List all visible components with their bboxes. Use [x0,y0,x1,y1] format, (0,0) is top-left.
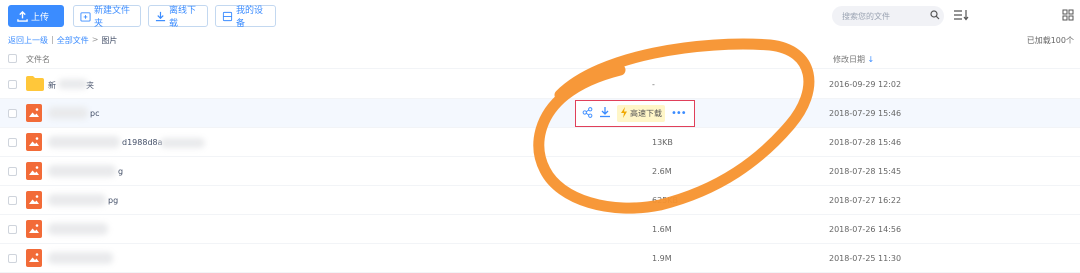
new-folder-button[interactable]: 新建文件夹 [73,5,141,29]
offline-download-label: 离线下载 [169,6,197,29]
file-date: 2018-07-25 11:30 [829,254,902,263]
redacted-text [48,252,113,264]
upload-label: 上传 [31,12,50,23]
row-checkbox[interactable] [8,225,17,234]
breadcrumb-current: 图片 [101,36,118,45]
redacted-text [48,194,106,206]
download-icon [155,11,166,22]
image-file-icon [26,220,42,241]
row-checkbox[interactable] [8,138,17,147]
select-all-checkbox[interactable] [8,54,17,63]
upload-icon [17,10,28,22]
upload-button[interactable]: 上传 [8,5,64,27]
column-filename[interactable]: 文件名 [26,54,50,65]
search-icon[interactable] [930,9,940,23]
table-row[interactable]: g 2.6M 2018-07-28 15:45 [0,157,1080,186]
file-size: 2.6M [652,167,672,176]
breadcrumb: 返回上一级 | 全部文件 > 图片 [8,35,117,46]
redacted-text [48,165,116,177]
sort-desc-icon: ↓ [867,55,875,64]
download-icon[interactable] [599,106,611,121]
redacted-text [48,223,108,235]
file-size: - [652,80,655,89]
image-file-icon [26,191,42,212]
file-size: 1.6M [652,225,672,234]
file-list-header: 文件名 修改日期 ↓ [0,49,1080,69]
table-row[interactable]: 1.9M 2018-07-25 11:30 [0,244,1080,273]
redacted-text [160,138,205,148]
row-checkbox[interactable] [8,254,17,263]
file-date: 2018-07-26 14:56 [829,225,902,234]
loaded-count: 已加载100个 [1026,36,1074,45]
share-icon[interactable] [582,106,593,121]
my-devices-label: 我的设备 [236,6,264,29]
file-date: 2016-09-29 12:02 [829,80,902,89]
file-name[interactable]: d1988d8a [122,138,163,147]
file-date: 2018-07-28 15:45 [829,167,902,176]
toolbar: 上传 新建文件夹 离线下载 我的设备 [0,0,1080,32]
redacted-text [48,136,120,148]
file-name-head: 新 [48,81,56,90]
search-input[interactable] [840,10,930,22]
row-checkbox[interactable] [8,196,17,205]
file-date: 2018-07-28 15:46 [829,138,902,147]
row-checkbox[interactable] [8,167,17,176]
offline-download-button[interactable]: 离线下载 [148,5,208,29]
table-row[interactable]: pc 2018-07-29 15:46 [0,99,1080,128]
more-options-icon[interactable]: ••• [671,108,687,119]
file-date: 2018-07-29 15:46 [829,109,902,118]
breadcrumb-arrow: > [91,35,99,44]
sort-icon[interactable] [953,9,969,24]
breadcrumb-back-link[interactable]: 返回上一级 [8,35,48,46]
table-row[interactable]: 1.6M 2018-07-26 14:56 [0,215,1080,244]
image-file-icon [26,162,42,183]
breadcrumb-separator: | [51,35,54,44]
redacted-text [48,107,88,119]
redacted-text [58,79,88,89]
file-date: 2018-07-27 16:22 [829,196,902,205]
file-name[interactable]: pc [90,109,99,118]
file-size: 1.9M [652,254,672,263]
row-checkbox[interactable] [8,80,17,89]
fast-download-button[interactable]: 高速下载 [617,105,665,122]
table-row[interactable]: pg 625KB 2018-07-27 16:22 [0,186,1080,215]
row-action-bar: 高速下载 ••• [575,100,695,127]
new-folder-label: 新建文件夹 [94,6,131,29]
image-file-icon [26,133,42,154]
row-checkbox[interactable] [8,109,17,118]
new-folder-icon [80,11,91,22]
breadcrumb-all-files-link[interactable]: 全部文件 [57,35,89,46]
lightning-icon [620,107,628,120]
grid-view-icon[interactable] [1062,9,1074,24]
image-file-icon [26,104,42,125]
column-modified-date[interactable]: 修改日期 ↓ [833,54,874,65]
table-row[interactable]: 新夹 - 2016-09-29 12:02 [0,70,1080,99]
fast-download-label: 高速下载 [630,109,662,118]
table-row[interactable]: d1988d8a 13KB 2018-07-28 15:46 [0,128,1080,157]
folder-icon [26,76,44,94]
file-name[interactable]: g [118,167,123,176]
file-name[interactable]: pg [108,196,118,205]
column-modified-label: 修改日期 [833,55,865,64]
search-box [832,6,944,26]
file-size: 625KB [652,196,679,205]
my-devices-button[interactable]: 我的设备 [215,5,276,29]
file-size: 13KB [652,138,673,147]
device-icon [222,11,233,22]
